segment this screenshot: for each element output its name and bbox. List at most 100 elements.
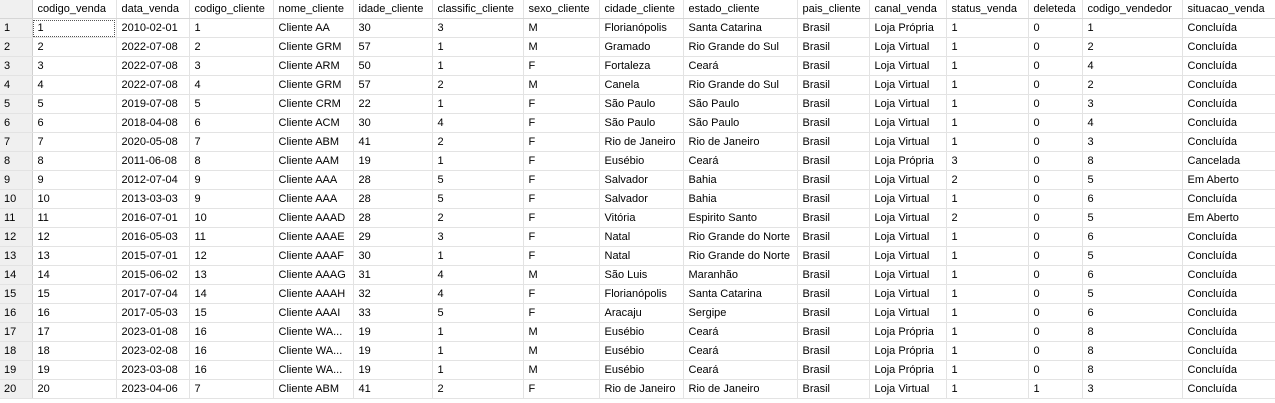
cell-codigo-cliente[interactable]: 3 <box>189 56 274 76</box>
cell-sexo-cliente[interactable]: F <box>523 227 600 247</box>
cell-codigo-venda[interactable]: 9 <box>32 170 117 190</box>
cell-deleteda[interactable]: 0 <box>1028 113 1083 133</box>
cell-codigo-cliente[interactable]: 9 <box>189 189 274 209</box>
cell-codigo-vendedor[interactable]: 3 <box>1082 94 1183 114</box>
table-row[interactable]: 11 11 2016-07-01 10 Cliente AAAD 28 2 F Vitória E… <box>0 208 1275 228</box>
cell-nome-cliente[interactable]: Cliente AAA <box>273 189 354 209</box>
cell-nome-cliente[interactable]: Cliente CRM <box>273 94 354 114</box>
cell-estado-cliente[interactable]: Ceará <box>683 341 798 361</box>
cell-deleteda[interactable]: 0 <box>1028 208 1083 228</box>
cell-situacao-venda[interactable]: Em Aberto <box>1182 208 1275 228</box>
cell-classific-cliente[interactable]: 2 <box>432 379 524 399</box>
cell-status-venda[interactable]: 1 <box>946 360 1029 380</box>
cell-sexo-cliente[interactable]: F <box>523 208 600 228</box>
row-number[interactable]: 15 <box>0 284 33 304</box>
cell-sexo-cliente[interactable]: F <box>523 284 600 304</box>
cell-idade-cliente[interactable]: 57 <box>353 37 433 57</box>
select-all-corner[interactable] <box>0 0 33 19</box>
cell-codigo-vendedor[interactable]: 5 <box>1082 284 1183 304</box>
cell-classific-cliente[interactable]: 1 <box>432 94 524 114</box>
cell-idade-cliente[interactable]: 28 <box>353 189 433 209</box>
cell-codigo-venda[interactable]: 7 <box>32 132 117 152</box>
cell-codigo-vendedor[interactable]: 4 <box>1082 113 1183 133</box>
cell-data-venda[interactable]: 2012-07-04 <box>116 170 190 190</box>
cell-codigo-venda[interactable]: 20 <box>32 379 117 399</box>
cell-status-venda[interactable]: 1 <box>946 284 1029 304</box>
cell-pais-cliente[interactable]: Brasil <box>797 265 870 285</box>
table-row[interactable]: 7 7 2020-05-08 7 Cliente ABM 41 2 F Rio de Janei… <box>0 132 1275 152</box>
cell-codigo-venda[interactable]: 15 <box>32 284 117 304</box>
cell-estado-cliente[interactable]: Bahia <box>683 170 798 190</box>
cell-estado-cliente[interactable]: Rio Grande do Sul <box>683 37 798 57</box>
cell-cidade-cliente[interactable]: Canela <box>599 75 684 95</box>
cell-codigo-cliente[interactable]: 6 <box>189 113 274 133</box>
cell-data-venda[interactable]: 2022-07-08 <box>116 37 190 57</box>
cell-data-venda[interactable]: 2022-07-08 <box>116 56 190 76</box>
cell-canal-venda[interactable]: Loja Virtual <box>869 379 947 399</box>
cell-codigo-venda[interactable]: 5 <box>32 94 117 114</box>
cell-codigo-cliente[interactable]: 4 <box>189 75 274 95</box>
column-header-pais-cliente[interactable]: pais_cliente <box>797 0 870 19</box>
cell-status-venda[interactable]: 1 <box>946 303 1029 323</box>
cell-cidade-cliente[interactable]: Aracaju <box>599 303 684 323</box>
table-row[interactable]: 12 12 2016-05-03 11 Cliente AAAE 29 3 F Natal Rio… <box>0 227 1275 247</box>
table-row[interactable]: 19 19 2023-03-08 16 Cliente WA... 19 1 M Eusébio… <box>0 360 1275 380</box>
cell-status-venda[interactable]: 1 <box>946 94 1029 114</box>
cell-classific-cliente[interactable]: 1 <box>432 360 524 380</box>
cell-status-venda[interactable]: 1 <box>946 341 1029 361</box>
cell-deleteda[interactable]: 0 <box>1028 303 1083 323</box>
cell-cidade-cliente[interactable]: Gramado <box>599 37 684 57</box>
column-header-estado-cliente[interactable]: estado_cliente <box>683 0 798 19</box>
cell-data-venda[interactable]: 2017-05-03 <box>116 303 190 323</box>
column-header-data-venda[interactable]: data_venda <box>116 0 190 19</box>
cell-classific-cliente[interactable]: 3 <box>432 18 524 38</box>
cell-deleteda[interactable]: 1 <box>1028 379 1083 399</box>
cell-canal-venda[interactable]: Loja Virtual <box>869 37 947 57</box>
cell-classific-cliente[interactable]: 2 <box>432 75 524 95</box>
cell-canal-venda[interactable]: Loja Própria <box>869 151 947 171</box>
table-row[interactable]: 8 8 2011-06-08 8 Cliente AAM 19 1 F Eusébio Ceará… <box>0 151 1275 171</box>
cell-canal-venda[interactable]: Loja Virtual <box>869 170 947 190</box>
cell-idade-cliente[interactable]: 41 <box>353 132 433 152</box>
cell-status-venda[interactable]: 2 <box>946 170 1029 190</box>
row-number[interactable]: 2 <box>0 37 33 57</box>
cell-sexo-cliente[interactable]: M <box>523 322 600 342</box>
cell-sexo-cliente[interactable]: F <box>523 132 600 152</box>
cell-situacao-venda[interactable]: Concluída <box>1182 132 1275 152</box>
column-header-status-venda[interactable]: status_venda <box>946 0 1029 19</box>
cell-codigo-venda[interactable]: 2 <box>32 37 117 57</box>
row-number[interactable]: 18 <box>0 341 33 361</box>
cell-data-venda[interactable]: 2010-02-01 <box>116 18 190 38</box>
cell-cidade-cliente[interactable]: Rio de Janeiro <box>599 379 684 399</box>
cell-canal-venda[interactable]: Loja Própria <box>869 341 947 361</box>
column-header-codigo-cliente[interactable]: codigo_cliente <box>189 0 274 19</box>
cell-deleteda[interactable]: 0 <box>1028 132 1083 152</box>
cell-deleteda[interactable]: 0 <box>1028 75 1083 95</box>
cell-situacao-venda[interactable]: Em Aberto <box>1182 170 1275 190</box>
cell-data-venda[interactable]: 2023-01-08 <box>116 322 190 342</box>
cell-canal-venda[interactable]: Loja Virtual <box>869 56 947 76</box>
cell-idade-cliente[interactable]: 50 <box>353 56 433 76</box>
cell-classific-cliente[interactable]: 1 <box>432 341 524 361</box>
cell-canal-venda[interactable]: Loja Própria <box>869 322 947 342</box>
cell-estado-cliente[interactable]: Rio Grande do Sul <box>683 75 798 95</box>
cell-idade-cliente[interactable]: 30 <box>353 246 433 266</box>
cell-idade-cliente[interactable]: 19 <box>353 322 433 342</box>
row-number[interactable]: 16 <box>0 303 33 323</box>
cell-status-venda[interactable]: 1 <box>946 18 1029 38</box>
cell-situacao-venda[interactable]: Concluída <box>1182 56 1275 76</box>
cell-nome-cliente[interactable]: Cliente AAAI <box>273 303 354 323</box>
cell-codigo-cliente[interactable]: 7 <box>189 132 274 152</box>
cell-codigo-venda[interactable]: 12 <box>32 227 117 247</box>
row-number[interactable]: 1 <box>0 18 33 38</box>
cell-data-venda[interactable]: 2016-07-01 <box>116 208 190 228</box>
cell-deleteda[interactable]: 0 <box>1028 246 1083 266</box>
cell-estado-cliente[interactable]: Bahia <box>683 189 798 209</box>
cell-sexo-cliente[interactable]: F <box>523 94 600 114</box>
cell-deleteda[interactable]: 0 <box>1028 170 1083 190</box>
cell-codigo-cliente[interactable]: 13 <box>189 265 274 285</box>
cell-status-venda[interactable]: 1 <box>946 132 1029 152</box>
row-number[interactable]: 17 <box>0 322 33 342</box>
cell-codigo-vendedor[interactable]: 8 <box>1082 360 1183 380</box>
cell-situacao-venda[interactable]: Concluída <box>1182 284 1275 304</box>
